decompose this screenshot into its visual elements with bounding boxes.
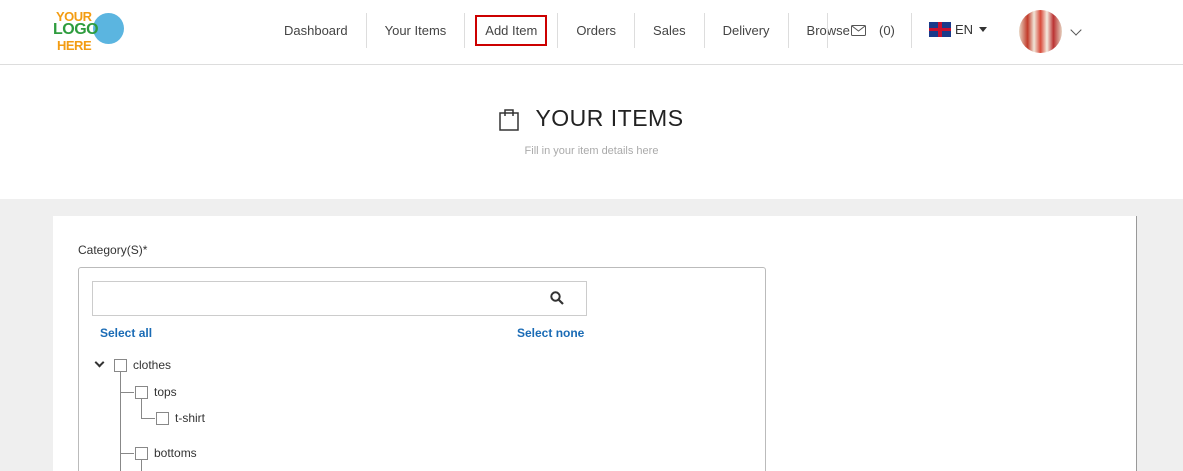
uk-flag-icon: [929, 22, 951, 37]
shopping-bag-icon: [499, 108, 520, 131]
tree-node-bottoms: bottoms: [135, 446, 197, 460]
nav-delivery[interactable]: Delivery: [705, 13, 789, 48]
tree-node-label: tops: [154, 385, 177, 399]
tree-node-tops: tops: [135, 385, 177, 399]
select-none-link[interactable]: Select none: [517, 326, 584, 340]
logo-text-line2: LOGO: [53, 21, 99, 38]
page-subtitle: Fill in your item details here: [524, 145, 659, 157]
tree-node-label: clothes: [133, 358, 172, 372]
messages-count: (0): [879, 23, 895, 38]
page-title-row: YOUR ITEMS: [499, 105, 683, 132]
nav-orders[interactable]: Orders: [557, 13, 636, 48]
category-label: Category(S)*: [78, 243, 148, 257]
language-code: EN: [955, 22, 974, 37]
category-search-input[interactable]: [92, 281, 587, 316]
tree-node-clothes: clothes: [114, 358, 171, 372]
tree-connector: [120, 453, 134, 454]
page-title: YOUR ITEMS: [535, 105, 684, 131]
search-icon[interactable]: [550, 291, 564, 305]
divider: [911, 13, 912, 48]
nav-add-item[interactable]: Add Item: [475, 15, 548, 46]
avatar[interactable]: [1019, 10, 1062, 53]
messages-button[interactable]: (0): [851, 23, 895, 38]
top-header: YOUR LOGO HERE Dashboard Your Items Add …: [0, 0, 1183, 65]
select-all-link[interactable]: Select all: [100, 326, 152, 340]
nav-your-items[interactable]: Your Items: [367, 13, 466, 48]
tree-checkbox[interactable]: [156, 411, 169, 425]
tree-connector: [141, 460, 142, 471]
tree-node-label: bottoms: [154, 446, 197, 460]
tree-connector: [141, 399, 142, 419]
tree-connector: [120, 372, 121, 471]
tree-connector: [141, 418, 155, 419]
language-selector[interactable]: EN: [929, 22, 988, 37]
chevron-down-icon[interactable]: [1070, 24, 1082, 36]
tree-node-t-shirt: t-shirt: [156, 411, 205, 425]
caret-down-icon: [979, 27, 988, 32]
tree-node-label: t-shirt: [175, 411, 205, 425]
nav-dashboard[interactable]: Dashboard: [266, 13, 367, 48]
mail-icon: [851, 25, 866, 36]
nav-sales[interactable]: Sales: [635, 13, 705, 48]
tree-checkbox[interactable]: [114, 358, 127, 372]
tree-checkbox[interactable]: [135, 446, 148, 460]
tree-checkbox[interactable]: [135, 385, 148, 399]
page-header: YOUR ITEMS: [0, 105, 1183, 136]
logo-text-line3: HERE: [57, 38, 92, 53]
logo[interactable]: YOUR LOGO HERE: [53, 8, 125, 54]
divider: [827, 13, 828, 48]
main-nav: Dashboard Your Items Add Item Orders Sal…: [266, 13, 868, 48]
tree-connector: [120, 392, 134, 393]
